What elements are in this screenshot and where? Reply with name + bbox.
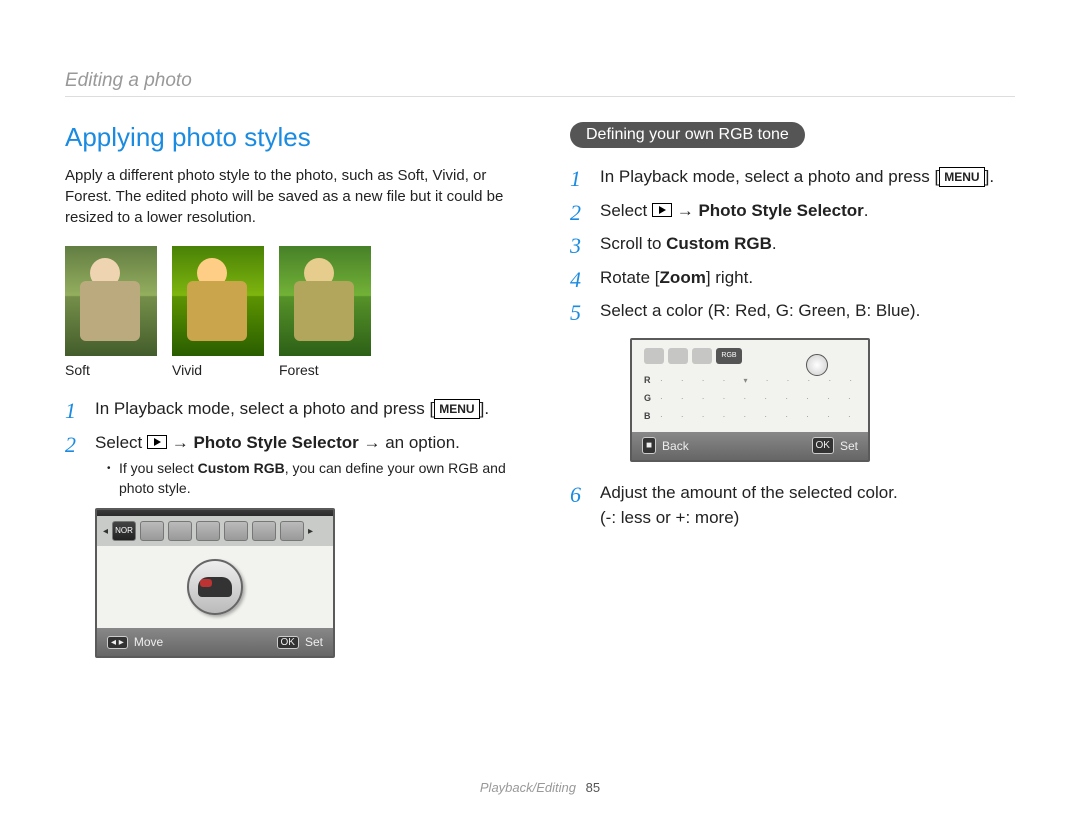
page-footer: Playback/Editing 85 (0, 780, 1080, 795)
thumb-image (172, 246, 264, 356)
lcd-body: RGB R · · · · ▾ · · · · · G · · · · · · … (632, 340, 868, 432)
rgb-row: G · · · · · · · · · · (644, 390, 856, 408)
sub-bullet: If you select Custom RGB, you can define… (107, 459, 510, 498)
lcd-footer: ◂ ▸ Move OK Set (97, 628, 333, 656)
play-icon (652, 203, 672, 217)
arrow-right-icon: ▸ (308, 526, 313, 537)
breadcrumb: Editing a photo (65, 70, 1015, 92)
rgb-row: B · · · · · · · · · · (644, 408, 856, 426)
thumb-label: Forest (279, 362, 371, 378)
step-text: Select (600, 201, 652, 220)
dial-icon (806, 354, 828, 376)
footer-page-number: 85 (586, 780, 600, 795)
thumb-label: Vivid (172, 362, 264, 378)
section-title: Applying photo styles (65, 122, 510, 153)
left-steps: In Playback mode, select a photo and pre… (65, 396, 510, 498)
step: Scroll to Custom RGB. (570, 231, 1015, 257)
slider-track: · · · · ▾ · · · · · (660, 375, 856, 387)
rgb-label: R (644, 374, 654, 388)
back-icon: ■ (642, 437, 656, 454)
pill-heading: Defining your own RGB tone (570, 122, 805, 148)
menu-icon: MENU (939, 167, 984, 187)
menu-icon: MENU (434, 399, 479, 419)
thumb-label: Soft (65, 362, 157, 378)
step-text: (-: less or +: more) (600, 508, 739, 527)
step: Adjust the amount of the selected color.… (570, 480, 1015, 531)
lcd-tab (196, 521, 220, 541)
step-text: ]. (985, 167, 994, 186)
step-text: . (864, 201, 869, 220)
rgb-tab (692, 348, 712, 364)
lcd-tab (224, 521, 248, 541)
rgb-tab (668, 348, 688, 364)
lcd-tab (280, 521, 304, 541)
step-text: ]. (480, 399, 489, 418)
step-text: In Playback mode, select a photo and pre… (600, 167, 939, 186)
rgb-label: G (644, 392, 654, 406)
ok-icon: OK (812, 437, 834, 454)
step-text: ] right. (706, 268, 753, 287)
rgb-row: R · · · · ▾ · · · · · (644, 372, 856, 390)
slider-track: · · · · · · · · · · (660, 411, 856, 423)
step: In Playback mode, select a photo and pre… (65, 396, 510, 422)
lcd-body (97, 546, 333, 628)
thumb-image (279, 246, 371, 356)
step-bold: Photo Style Selector (698, 201, 863, 220)
step-text: → an option. (359, 433, 460, 452)
manual-page: Editing a photo Applying photo styles Ap… (0, 0, 1080, 658)
style-thumbnails: Soft Vivid Forest (65, 246, 510, 378)
step-text: Select (95, 433, 147, 452)
step-text: Rotate [ (600, 268, 660, 287)
step-bold: Photo Style Selector (193, 433, 358, 452)
arrow-left-icon: ◂ (103, 526, 108, 537)
step-bold: Zoom (660, 268, 706, 287)
lcd-tab (252, 521, 276, 541)
step: Select → Photo Style Selector → an optio… (65, 430, 510, 499)
step-text: Adjust the amount of the selected color. (600, 483, 898, 502)
thumb-forest: Forest (279, 246, 371, 378)
step-text: Scroll to (600, 234, 666, 253)
right-column: Defining your own RGB tone In Playback m… (570, 122, 1015, 658)
lcd-tabs: ◂ NOR ▸ (97, 516, 333, 546)
step-text: → (672, 201, 698, 220)
lcd-tab (140, 521, 164, 541)
thumb-soft: Soft (65, 246, 157, 378)
thumb-vivid: Vivid (172, 246, 264, 378)
lcd-rgb: RGB R · · · · ▾ · · · · · G · · · · · · … (630, 338, 870, 462)
intro-paragraph: Apply a different photo style to the pho… (65, 165, 510, 228)
rgb-label: B (644, 410, 654, 424)
divider (65, 96, 1015, 97)
step-text: Select a color (R: Red, G: Green, B: Blu… (600, 301, 920, 320)
left-column: Applying photo styles Apply a different … (65, 122, 510, 658)
step-bold: Custom RGB (666, 234, 772, 253)
step: In Playback mode, select a photo and pre… (570, 164, 1015, 190)
lcd-tab (168, 521, 192, 541)
right-steps: In Playback mode, select a photo and pre… (570, 164, 1015, 531)
step: Select → Photo Style Selector. (570, 198, 1015, 224)
palette-icon (187, 559, 243, 615)
rgb-tab-selected: RGB (716, 348, 742, 364)
step: Rotate [Zoom] right. (570, 265, 1015, 291)
thumb-image (65, 246, 157, 356)
step-text: . (772, 234, 777, 253)
step: Select a color (R: Red, G: Green, B: Blu… (570, 298, 1015, 462)
move-icon: ◂ ▸ (107, 636, 128, 649)
foot-set-label: Set (840, 437, 858, 455)
slider-track: · · · · · · · · · · (660, 393, 856, 405)
footer-section: Playback/Editing (480, 780, 576, 795)
bullet-bold: Custom RGB (198, 460, 285, 476)
lcd-style-selector: ◂ NOR ▸ ◂ ▸ Move (95, 508, 335, 658)
foot-back-label: Back (662, 437, 689, 455)
lcd-tab-selected: NOR (112, 521, 136, 541)
rgb-tab (644, 348, 664, 364)
ok-icon: OK (277, 636, 299, 649)
foot-move-label: Move (134, 635, 163, 649)
step-text: → (167, 433, 193, 452)
bullet-text: If you select (119, 460, 198, 476)
play-icon (147, 435, 167, 449)
lcd-footer: ■ Back OK Set (632, 432, 868, 460)
foot-set-label: Set (305, 635, 323, 649)
step-text: In Playback mode, select a photo and pre… (95, 399, 434, 418)
